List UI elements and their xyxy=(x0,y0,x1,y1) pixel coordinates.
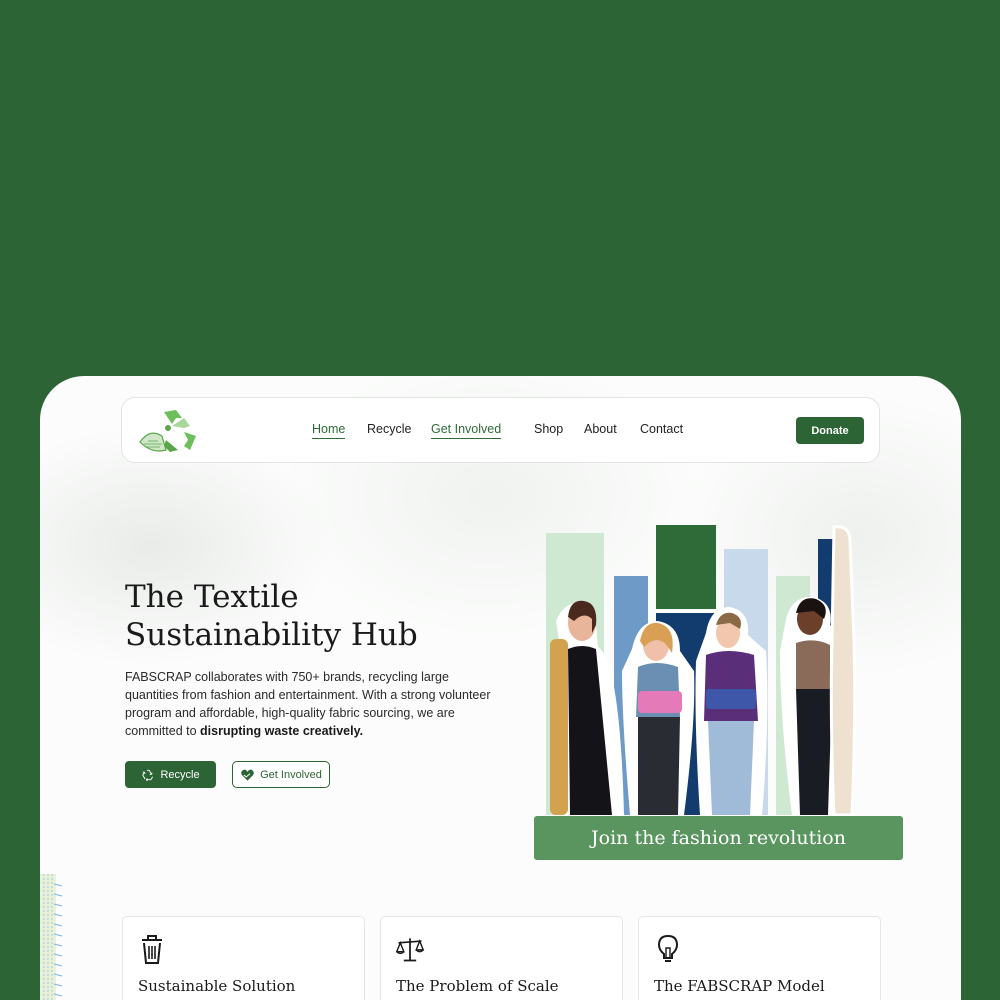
get-involved-button[interactable]: Get Involved xyxy=(232,761,330,788)
hero-title-line2: Sustainability Hub xyxy=(125,617,418,653)
hero-image xyxy=(546,525,857,817)
fabscrap-logo[interactable] xyxy=(136,406,202,456)
feature-title: The FABSCRAP Model xyxy=(654,977,825,995)
feature-title: Sustainable Solution xyxy=(138,977,296,995)
join-revolution-banner[interactable]: Join the fashion revolution xyxy=(534,816,903,860)
feature-card-problem-of-scale[interactable]: The Problem of Scale xyxy=(380,916,623,1000)
nav-home[interactable]: Home xyxy=(312,422,346,439)
fabric-decoration xyxy=(40,874,63,1000)
navbar: Home Recycle Get Involved Shop About Con… xyxy=(121,397,880,463)
nav-get-involved[interactable]: Get Involved xyxy=(431,422,502,439)
nav-shop[interactable]: Shop xyxy=(534,422,563,438)
lightbulb-icon xyxy=(657,934,679,962)
recycle-button[interactable]: Recycle xyxy=(125,761,216,788)
person-1 xyxy=(550,600,624,815)
nav-about[interactable]: About xyxy=(584,422,617,438)
feature-card-fabscrap-model[interactable]: The FABSCRAP Model xyxy=(638,916,881,1000)
recycle-icon xyxy=(142,769,154,781)
hero-title-line1: The Textile xyxy=(125,579,299,615)
hero-title: The Textile Sustainability Hub xyxy=(125,578,465,654)
scale-icon xyxy=(395,938,425,962)
trash-icon xyxy=(142,935,162,964)
recycle-button-label: Recycle xyxy=(160,768,200,781)
person-4 xyxy=(780,525,857,817)
feature-card-sustainable-solution[interactable]: Sustainable Solution xyxy=(122,916,365,1000)
feature-title: The Problem of Scale xyxy=(396,977,559,995)
heart-hands-icon xyxy=(241,769,254,781)
hero-description-bold: disrupting waste creatively. xyxy=(200,724,364,738)
nav-contact[interactable]: Contact xyxy=(640,422,683,438)
get-involved-button-label: Get Involved xyxy=(260,768,322,781)
hero-description: FABSCRAP collaborates with 750+ brands, … xyxy=(125,668,500,740)
nav-recycle[interactable]: Recycle xyxy=(367,422,411,438)
donate-button[interactable]: Donate xyxy=(796,417,864,444)
page-card: Home Recycle Get Involved Shop About Con… xyxy=(40,376,961,1000)
